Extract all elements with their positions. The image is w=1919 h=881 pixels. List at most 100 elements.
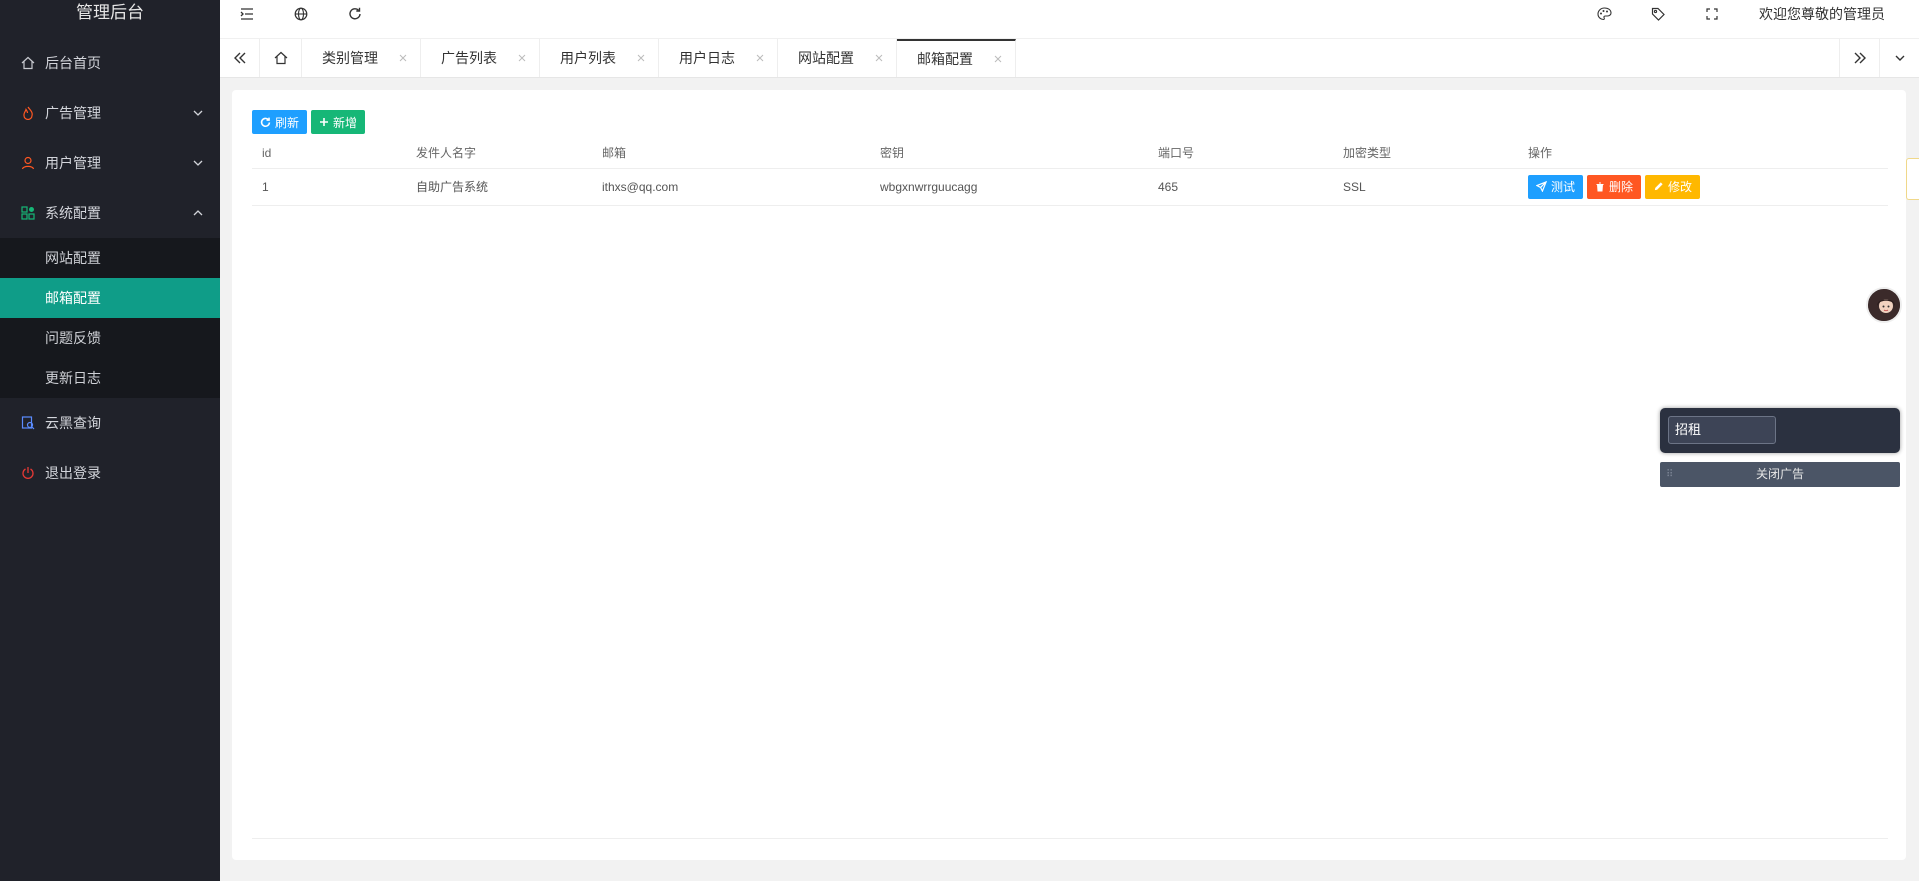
apps-icon — [20, 205, 36, 221]
test-label: 测试 — [1551, 180, 1576, 194]
cell-port: 465 — [1148, 168, 1333, 206]
tab-label: 用户列表 — [560, 50, 616, 66]
column-header-sender[interactable]: 发件人名字 — [406, 138, 592, 169]
side-drawer-handle[interactable] — [1906, 158, 1919, 200]
chevron-down-icon — [192, 107, 204, 119]
assistant-avatar[interactable] — [1866, 287, 1902, 323]
sidebar-item-logout[interactable]: 退出登录 — [0, 448, 220, 498]
table-header-row: id 发件人名字 邮箱 密钥 端口号 加密类型 操作 — [252, 138, 1888, 169]
tab-user-log[interactable]: 用户日志 — [659, 39, 778, 77]
close-icon[interactable] — [636, 53, 646, 63]
sidebar-item-blacklist[interactable]: 云黑查询 — [0, 398, 220, 448]
refresh-icon — [349, 7, 361, 20]
tab-category-management[interactable]: 类别管理 — [302, 39, 421, 77]
tab-bar-right — [1839, 39, 1919, 77]
globe-icon — [294, 7, 308, 21]
tab-home[interactable] — [260, 39, 302, 77]
close-icon[interactable] — [993, 54, 1003, 64]
cell-key: wbgxnwrrguucagg — [870, 168, 1148, 206]
tab-label: 类别管理 — [322, 50, 378, 66]
tab-email-config[interactable]: 邮箱配置 — [897, 39, 1016, 77]
edit-button[interactable]: 修改 — [1645, 174, 1701, 199]
theme-button[interactable] — [1577, 0, 1631, 28]
cell-sender: 自助广告系统 — [406, 168, 592, 206]
submenu-item-changelog[interactable]: 更新日志 — [0, 358, 220, 398]
tab-site-config[interactable]: 网站配置 — [778, 39, 897, 77]
toggle-sidebar-button[interactable] — [220, 0, 274, 28]
sidebar-item-label: 后台首页 — [45, 55, 101, 71]
column-header-email[interactable]: 邮箱 — [592, 138, 870, 169]
pencil-icon — [1654, 182, 1663, 191]
tab-user-list[interactable]: 用户列表 — [540, 39, 659, 77]
app-title: 管理后台 — [76, 3, 144, 22]
add-label: 新增 — [333, 115, 358, 130]
chevron-up-icon — [192, 207, 204, 219]
fullscreen-button[interactable] — [1685, 0, 1739, 28]
column-header-encryption[interactable]: 加密类型 — [1333, 138, 1518, 169]
fullscreen-icon — [1706, 8, 1718, 20]
close-icon[interactable] — [398, 53, 408, 63]
sidebar-item-label: 用户管理 — [45, 155, 101, 171]
refresh-label: 刷新 — [275, 115, 300, 130]
refresh-icon — [260, 117, 271, 127]
close-ad-label: 关闭广告 — [1755, 467, 1804, 481]
power-icon — [20, 465, 36, 481]
close-icon[interactable] — [874, 53, 884, 63]
home-icon — [274, 51, 287, 65]
delete-label: 删除 — [1609, 180, 1634, 194]
refresh-button[interactable]: 刷新 — [252, 110, 308, 134]
column-header-actions: 操作 — [1518, 138, 1888, 169]
user-icon — [20, 155, 36, 171]
chevron-down-icon — [192, 157, 204, 169]
email-config-table: id 发件人名字 邮箱 密钥 端口号 加密类型 操作 1 自助广告系统 ithx… — [252, 138, 1888, 206]
tab-options-button[interactable] — [1879, 39, 1919, 77]
drag-handle-icon[interactable]: ⠿ — [1666, 462, 1673, 487]
delete-button[interactable]: 删除 — [1587, 174, 1642, 199]
tab-label: 网站配置 — [798, 50, 854, 66]
column-header-key[interactable]: 密钥 — [870, 138, 1148, 169]
tag-button[interactable] — [1631, 0, 1685, 28]
submenu-item-feedback[interactable]: 问题反馈 — [0, 318, 220, 358]
add-button[interactable]: 新增 — [311, 110, 366, 134]
indent-icon — [240, 8, 253, 20]
chevrons-right-icon — [1854, 52, 1866, 64]
tab-bar: 类别管理 广告列表 用户列表 用户日志 网站配置 邮箱配置 — [220, 38, 1919, 78]
welcome-user-menu[interactable]: 欢迎您尊敬的管理员 — [1739, 4, 1919, 24]
close-ad-button[interactable]: ⠿ 关闭广告 — [1660, 462, 1900, 487]
tab-scroll-left-button[interactable] — [220, 39, 260, 77]
tab-label: 广告列表 — [441, 50, 497, 66]
palette-icon — [1596, 7, 1612, 21]
column-header-id[interactable]: id — [252, 138, 406, 169]
refresh-page-button[interactable] — [328, 0, 382, 28]
tab-ad-list[interactable]: 广告列表 — [421, 39, 540, 77]
submenu-item-email-config[interactable]: 邮箱配置 — [0, 278, 220, 318]
tab-label: 邮箱配置 — [917, 51, 973, 67]
cell-encryption: SSL — [1333, 168, 1518, 206]
test-button[interactable]: 测试 — [1528, 174, 1584, 199]
sidebar-item-home[interactable]: 后台首页 — [0, 38, 220, 88]
column-header-port[interactable]: 端口号 — [1148, 138, 1333, 169]
edit-label: 修改 — [1668, 180, 1693, 194]
close-icon[interactable] — [755, 53, 765, 63]
trash-icon — [1596, 182, 1604, 191]
tab-scroll-right-button[interactable] — [1839, 39, 1879, 77]
sidebar: 管理后台 后台首页 广告管理 用户管理 系统配置 网站配置 邮箱配置 问题反馈 … — [0, 0, 220, 881]
sidebar-item-users[interactable]: 用户管理 — [0, 138, 220, 188]
sidebar-item-ads[interactable]: 广告管理 — [0, 88, 220, 138]
ad-widget: 招租 — [1660, 408, 1900, 453]
sidebar-item-system[interactable]: 系统配置 — [0, 188, 220, 238]
send-icon — [1536, 181, 1547, 192]
chevron-down-icon — [1895, 55, 1904, 61]
close-icon[interactable] — [517, 53, 527, 63]
table-toolbar: 刷新 新增 — [252, 110, 366, 134]
ad-input[interactable]: 招租 — [1668, 416, 1776, 444]
main-content: 刷新 新增 id 发件人名字 邮箱 密钥 端口号 加密类型 操作 1 自助广告系 — [232, 90, 1906, 860]
submenu-item-site-config[interactable]: 网站配置 — [0, 238, 220, 278]
cell-actions: 测试 删除 修改 — [1518, 168, 1888, 206]
fire-icon — [20, 105, 36, 121]
header-right: 欢迎您尊敬的管理员 — [1577, 0, 1919, 28]
top-header: 欢迎您尊敬的管理员 — [220, 0, 1919, 38]
tag-icon — [1651, 7, 1665, 21]
cell-email: ithxs@qq.com — [592, 168, 870, 206]
website-button[interactable] — [274, 0, 328, 28]
